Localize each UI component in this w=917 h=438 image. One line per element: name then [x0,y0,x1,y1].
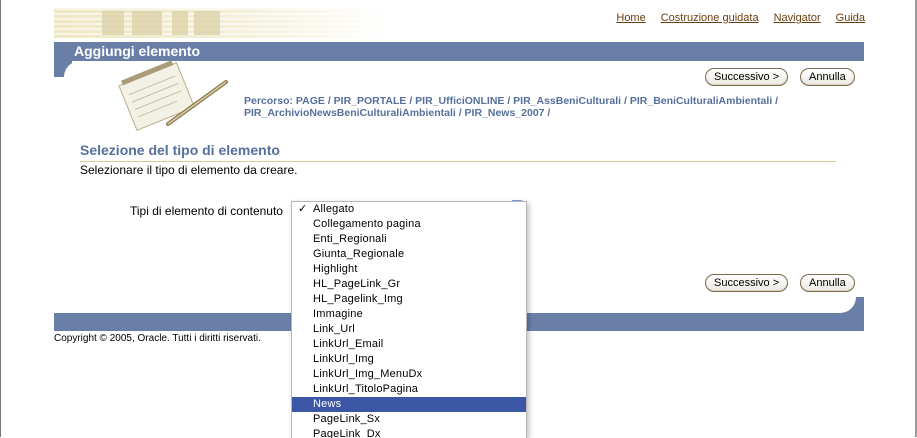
dropdown-option[interactable]: Link_Url [292,322,526,337]
dropdown-option[interactable]: PageLink_Sx [292,412,526,427]
section-divider [80,161,836,162]
cancel-button-bottom[interactable]: Annulla [800,274,855,292]
dropdown-option[interactable]: Giunta_Regionale [292,247,526,262]
dropdown-option-label: Enti_Regionali [313,233,387,245]
dropdown-option-label: Collegamento pagina [313,218,421,230]
dropdown-option-label: LinkUrl_Email [313,338,384,350]
dropdown-option-label: PageLink_Sx [313,413,381,425]
dropdown-option[interactable]: LinkUrl_TitoloPagina [292,382,526,397]
next-button-top[interactable]: Successivo > [705,68,789,86]
dropdown-option[interactable]: LinkUrl_Img [292,352,526,367]
wizard-link[interactable]: Costruzione guidata [661,12,759,24]
window-left-edge [0,0,1,437]
footer-bar-curve [836,297,864,313]
content-type-dropdown[interactable]: ✓ Allegato Collegamento pagina Enti_Regiona… [291,201,527,438]
notepad-pen-icon [118,60,228,131]
dropdown-option[interactable]: Highlight [292,262,526,277]
global-nav: Home Costruzione guidata Navigator Guida [601,12,865,24]
home-link[interactable]: Home [616,12,645,24]
help-link[interactable]: Guida [836,12,865,24]
dropdown-option-label: LinkUrl_Img_MenuDx [313,368,423,380]
portal-logo [54,8,389,38]
instruction-text: Selezionare il tipo di elemento da crear… [80,163,298,177]
dropdown-option[interactable]: Collegamento pagina [292,217,526,232]
dropdown-option-label: LinkUrl_Img [313,353,374,365]
dropdown-option[interactable]: HL_PageLink_Gr [292,277,526,292]
dropdown-option-label: Giunta_Regionale [313,248,405,260]
breadcrumb: Percorso: PAGE / PIR_PORTALE / PIR_Uffic… [244,95,779,119]
dropdown-option-label: Immagine [313,308,363,320]
dropdown-option-label: News [313,398,342,410]
copyright-text: Copyright © 2005, Oracle. Tutti i diritt… [54,333,261,344]
dropdown-option-label: LinkUrl_TitoloPagina [313,383,419,395]
dropdown-option[interactable]: HL_Pagelink_Img [292,292,526,307]
dropdown-option[interactable]: PageLink_Dx [292,427,526,438]
dropdown-option-label: HL_PageLink_Gr [313,278,401,290]
section-heading: Selezione del tipo di elemento [80,142,280,158]
checkmark-icon: ✓ [298,203,308,215]
dropdown-option[interactable]: Enti_Regionali [292,232,526,247]
dropdown-option[interactable]: ✓ Allegato [292,202,526,217]
navigator-link[interactable]: Navigator [774,12,821,24]
content-type-label: Tipi di elemento di contenuto [130,204,283,218]
dropdown-option[interactable]: LinkUrl_Email [292,337,526,352]
dropdown-option[interactable]: News [292,397,526,412]
title-bar-curve [54,61,82,77]
dropdown-option-label: Highlight [313,263,358,275]
cancel-button-top[interactable]: Annulla [800,68,855,86]
dropdown-option-label: HL_Pagelink_Img [313,293,403,305]
next-button-bottom[interactable]: Successivo > [705,274,789,292]
dropdown-option[interactable]: Immagine [292,307,526,322]
dropdown-option-label: Allegato [313,203,355,215]
dropdown-option[interactable]: LinkUrl_Img_MenuDx [292,367,526,382]
dropdown-option-label: Link_Url [313,323,355,335]
